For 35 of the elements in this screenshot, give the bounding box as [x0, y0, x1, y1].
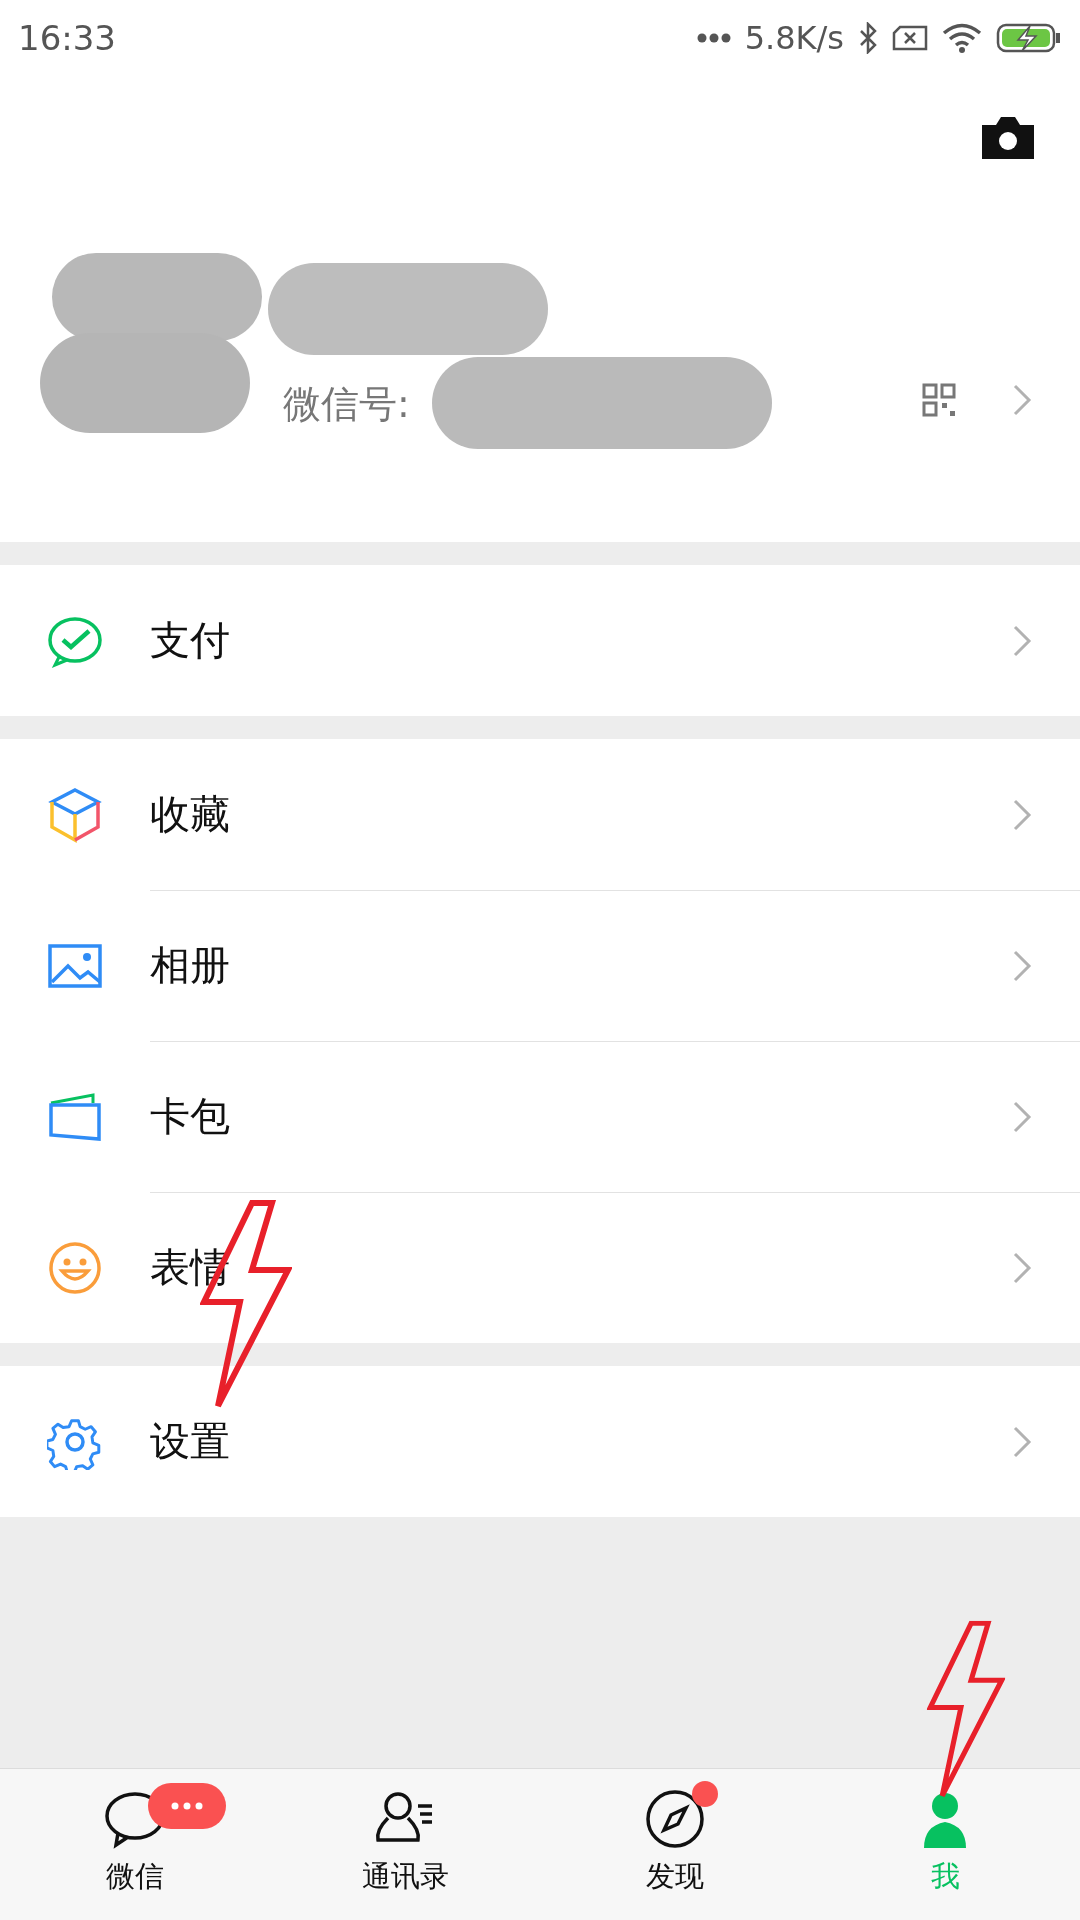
network-speed: 5.8K/s — [744, 18, 844, 57]
menu-row[interactable]: 支付 — [0, 565, 1080, 716]
lightning-arrow-icon — [926, 1620, 1006, 1800]
no-sim-icon — [892, 24, 928, 51]
chevron-icon — [1012, 1424, 1032, 1459]
bluetooth-icon — [858, 21, 878, 54]
menu-label: 支付 — [150, 616, 231, 665]
cube-icon — [47, 786, 103, 843]
compass-icon — [644, 1788, 706, 1850]
chevron-icon — [1012, 623, 1032, 658]
camera-icon[interactable] — [980, 115, 1036, 161]
menu-row[interactable]: 收藏 — [0, 739, 1080, 890]
smiley-icon — [47, 1239, 103, 1296]
dots-icon — [171, 1802, 203, 1810]
tab[interactable]: 通讯录 — [270, 1769, 540, 1920]
qr-code-icon[interactable] — [922, 383, 956, 417]
tab[interactable]: 发现 — [540, 1769, 810, 1920]
wechat-id-label: 微信号: — [283, 381, 410, 428]
chevron-icon — [1012, 1250, 1032, 1285]
chevron-icon — [1012, 1099, 1032, 1134]
menu-row[interactable]: 设置 — [0, 1366, 1080, 1517]
menu-row[interactable]: 卡包 — [0, 1041, 1080, 1192]
chevron-icon — [1012, 797, 1032, 832]
menu-row[interactable]: 相册 — [0, 890, 1080, 1041]
chevron-icon — [1012, 383, 1032, 417]
menu-label: 卡包 — [150, 1092, 231, 1141]
tab[interactable]: 微信 — [0, 1769, 270, 1920]
battery-charging-icon — [996, 22, 1062, 53]
wifi-icon — [942, 21, 982, 54]
chevron-icon — [1012, 948, 1032, 983]
menu-label: 设置 — [150, 1417, 231, 1466]
status-time: 16:33 — [18, 17, 117, 58]
menu-label: 相册 — [150, 941, 231, 990]
menu-label: 收藏 — [150, 790, 231, 839]
more-dots-icon — [696, 32, 731, 43]
